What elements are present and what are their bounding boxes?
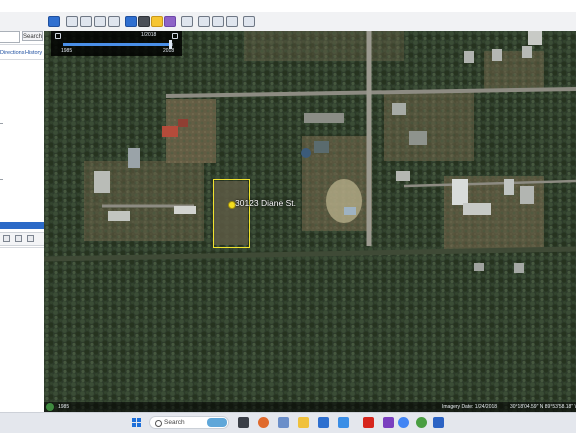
duckduckgo-icon[interactable] [258,417,269,428]
title-bar [0,0,576,12]
polygon-icon[interactable] [80,16,92,27]
add-button[interactable] [3,235,10,242]
map-view[interactable]: 1/2018 1985 2018 30123 Diane St. 1985 Im… [44,31,576,412]
slider-fill [63,43,171,46]
slider-year-end: 2018 [163,48,175,54]
start-button[interactable] [132,418,142,428]
clock-icon[interactable] [55,33,61,39]
tour-icon[interactable] [125,16,137,27]
placemark-icon[interactable] [66,16,78,27]
planets-icon[interactable] [164,16,176,27]
overlay-icon[interactable] [108,16,120,27]
slider-date: 1/2018 [141,32,157,38]
parcel-outline [213,179,250,248]
taskbar: Search [0,412,576,433]
photos-icon[interactable] [278,417,289,428]
sidebar-toggle-icon[interactable] [48,16,60,27]
places-controls [0,232,44,246]
podcast-icon[interactable] [383,417,394,428]
search-icon [155,420,162,427]
close-icon[interactable] [172,33,178,39]
sidebar: Search Directions History [0,31,45,412]
slider-track[interactable] [63,40,173,49]
divider [0,59,44,60]
status-year: 1985 [58,404,70,410]
maps-icon[interactable] [243,16,255,27]
divider [0,247,44,248]
toolbar [0,12,576,32]
file-explorer-icon[interactable] [298,417,309,428]
settings-icon[interactable] [433,417,444,428]
slider-year-start: 1985 [61,48,73,54]
panel-marker [0,179,3,180]
search-button[interactable]: Search [22,31,43,41]
historical-imagery-slider[interactable]: 1/2018 1985 2018 [51,31,182,56]
chrome-icon[interactable] [398,417,409,428]
weather-icon[interactable] [207,418,227,427]
google-logo-icon [46,403,54,411]
move-up-button[interactable] [15,235,22,242]
search-input[interactable] [0,31,20,43]
save-image-icon[interactable] [226,16,238,27]
map-status-bar: 1985 Imagery Date: 1/24/2018 30°18'04.59… [44,402,576,412]
print-icon[interactable] [212,16,224,27]
ruler-icon[interactable] [181,16,193,27]
youtube-icon[interactable] [363,417,374,428]
task-view-icon[interactable] [238,417,249,428]
satellite-imagery[interactable] [44,31,576,412]
imagery-date: Imagery Date: 1/24/2018 [442,404,498,410]
divider [0,44,44,45]
sidebar-tabs: Directions History [0,49,44,58]
tab-directions[interactable]: Directions [0,49,24,58]
search-row: Search [0,31,44,43]
coordinates: 30°18'04.59" N 89°53'58.18" W [510,404,576,410]
placemark-label[interactable]: 30123 Diane St. [235,198,296,208]
places-header[interactable] [0,222,44,229]
google-earth-icon[interactable] [416,417,427,428]
path-icon[interactable] [94,16,106,27]
tab-history[interactable]: History [25,49,42,58]
historical-imagery-icon[interactable] [138,16,150,27]
sunlight-icon[interactable] [151,16,163,27]
panel-marker [0,123,3,124]
taskbar-search-label: Search [164,419,185,426]
move-down-button[interactable] [27,235,34,242]
word-icon[interactable] [318,417,329,428]
mail-icon[interactable] [338,417,349,428]
email-icon[interactable] [198,16,210,27]
